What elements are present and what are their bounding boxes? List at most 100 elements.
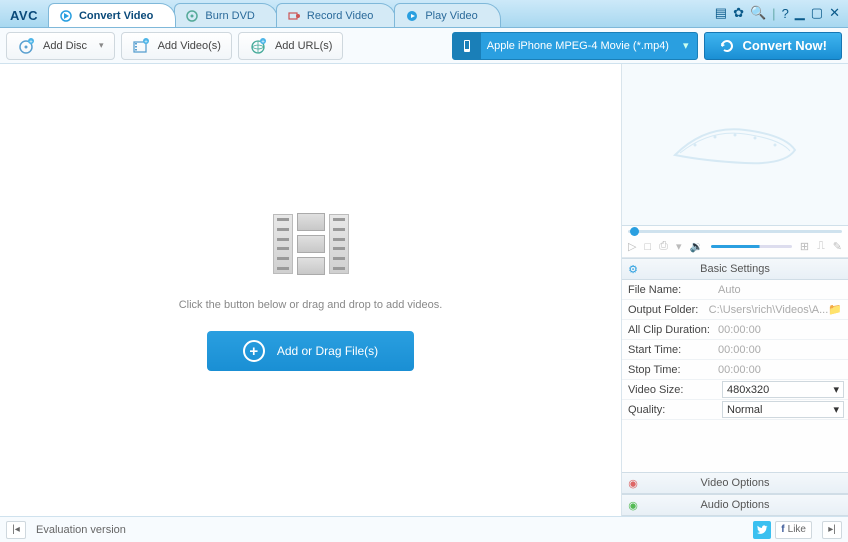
refresh-icon	[719, 38, 735, 54]
quality-dropdown[interactable]: Normal▾	[722, 401, 844, 418]
setting-key: Quality:	[622, 404, 718, 416]
setting-row-start-time: Start Time: 00:00:00	[622, 340, 848, 360]
gear-icon[interactable]: ✿	[733, 5, 744, 21]
phone-icon	[453, 32, 481, 60]
chevron-down-icon: ▾	[675, 39, 697, 52]
preview-controls: ▷ □ ⎙ ▾ 🔉 ⊞ ⎍ ✎	[622, 236, 848, 258]
help-icon[interactable]: ?	[782, 6, 789, 21]
tab-burn-dvd[interactable]: Burn DVD	[174, 3, 278, 27]
section-label: Basic Settings	[644, 263, 848, 275]
disc-icon	[185, 9, 199, 23]
button-label: Add Video(s)	[158, 40, 221, 52]
setting-key: File Name:	[622, 284, 718, 296]
facebook-like-button[interactable]: fLike	[775, 521, 812, 539]
profile-label: Apple iPhone MPEG-4 Movie (*.mp4)	[481, 40, 675, 52]
add-urls-button[interactable]: + Add URL(s)	[238, 32, 343, 60]
close-icon[interactable]: ✕	[829, 5, 840, 21]
chevron-down-icon[interactable]: ▾	[676, 240, 682, 253]
preview-pane	[622, 64, 848, 226]
section-label: Video Options	[644, 477, 848, 489]
prev-page-button[interactable]: |◂	[6, 521, 26, 539]
button-label: Add Disc	[43, 40, 87, 52]
right-panel: ▷ □ ⎙ ▾ 🔉 ⊞ ⎍ ✎ ⚙ Basic Settings File Na…	[622, 64, 848, 516]
separator: |	[772, 6, 775, 21]
video-plus-icon: +	[132, 37, 150, 55]
setting-row-file-name: File Name: Auto	[622, 280, 848, 300]
tab-label: Play Video	[425, 10, 477, 22]
convert-now-button[interactable]: Convert Now!	[704, 32, 843, 60]
setting-value[interactable]: 00:00:00	[718, 364, 848, 376]
drop-hint-text: Click the button below or drag and drop …	[179, 299, 443, 311]
globe-plus-icon: +	[249, 37, 267, 55]
status-text: Evaluation version	[36, 524, 126, 536]
gear-icon: ⚙	[622, 263, 644, 276]
next-page-button[interactable]: ▸|	[822, 521, 842, 539]
setting-value[interactable]: C:\Users\rich\Videos\A...📁	[709, 303, 848, 316]
section-label: Audio Options	[644, 499, 848, 511]
add-videos-button[interactable]: + Add Video(s)	[121, 32, 232, 60]
app-logo: AVC	[0, 8, 48, 27]
play-icon	[405, 9, 419, 23]
twitter-button[interactable]	[753, 521, 771, 539]
tab-label: Burn DVD	[205, 10, 255, 22]
add-or-drag-files-button[interactable]: + Add or Drag File(s)	[207, 331, 414, 371]
settings-icon[interactable]: ⊞	[800, 240, 809, 253]
snapshot-icon[interactable]: ⎙	[659, 240, 668, 253]
video-icon: ◉	[622, 477, 644, 490]
video-size-dropdown[interactable]: 480x320▾	[722, 381, 844, 398]
setting-key: Output Folder:	[622, 304, 709, 316]
button-label: Add or Drag File(s)	[277, 344, 378, 358]
basic-settings: File Name: Auto Output Folder: C:\Users\…	[622, 280, 848, 420]
setting-value[interactable]: Auto	[718, 284, 848, 296]
edit-icon[interactable]: ✎	[833, 240, 842, 253]
disc-plus-icon: +	[17, 37, 35, 55]
main-area: Click the button below or drag and drop …	[0, 64, 848, 516]
drop-zone[interactable]: Click the button below or drag and drop …	[0, 64, 622, 516]
tab-label: Record Video	[307, 10, 373, 22]
video-placeholder-icon	[271, 209, 351, 279]
audio-options-header[interactable]: ◉ Audio Options	[622, 494, 848, 516]
search-icon[interactable]: 🔍	[750, 5, 766, 21]
basic-settings-header[interactable]: ⚙ Basic Settings	[622, 258, 848, 280]
preview-seek-slider[interactable]	[622, 226, 848, 236]
titlebar: AVC Convert Video Burn DVD Record Video …	[0, 0, 848, 28]
setting-row-stop-time: Stop Time: 00:00:00	[622, 360, 848, 380]
volume-slider[interactable]	[711, 245, 792, 248]
setting-row-video-size: Video Size: 480x320▾	[622, 380, 848, 400]
setting-key: Start Time:	[622, 344, 718, 356]
equalizer-icon[interactable]: ⎍	[817, 240, 825, 253]
tabs: Convert Video Burn DVD Record Video Play…	[48, 3, 715, 27]
play-icon[interactable]: ▷	[628, 240, 636, 253]
setting-key: All Clip Duration:	[622, 324, 718, 336]
button-label: Convert Now!	[743, 38, 828, 53]
add-disc-button[interactable]: + Add Disc ▾	[6, 32, 115, 60]
folder-icon[interactable]: 📁	[828, 303, 842, 316]
stop-icon[interactable]: □	[644, 241, 651, 253]
setting-row-quality: Quality: Normal▾	[622, 400, 848, 420]
setting-key: Video Size:	[622, 384, 718, 396]
maximize-icon[interactable]: ▢	[811, 5, 823, 21]
output-profile-dropdown[interactable]: Apple iPhone MPEG-4 Movie (*.mp4) ▾	[452, 32, 698, 60]
svg-text:+: +	[144, 39, 148, 45]
chevron-down-icon: ▾	[99, 40, 104, 51]
setting-row-output-folder: Output Folder: C:\Users\rich\Videos\A...…	[622, 300, 848, 320]
setting-value[interactable]: 00:00:00	[718, 344, 848, 356]
volume-icon[interactable]: 🔉	[689, 240, 703, 253]
minimize-icon[interactable]: ▁	[795, 5, 805, 21]
tab-record-video[interactable]: Record Video	[276, 3, 396, 27]
video-options-header[interactable]: ◉ Video Options	[622, 472, 848, 494]
setting-row-clip-duration: All Clip Duration: 00:00:00	[622, 320, 848, 340]
svg-text:+: +	[29, 39, 33, 45]
audio-icon: ◉	[622, 499, 644, 512]
window-controls: ▤ ✿ 🔍 | ? ▁ ▢ ✕	[715, 5, 848, 27]
tab-convert-video[interactable]: Convert Video	[48, 3, 176, 27]
chevron-down-icon: ▾	[833, 383, 839, 396]
chevron-down-icon: ▾	[833, 403, 839, 416]
menu-icon[interactable]: ▤	[715, 5, 727, 21]
record-icon	[287, 9, 301, 23]
tab-play-video[interactable]: Play Video	[394, 3, 500, 27]
tab-label: Convert Video	[79, 10, 153, 22]
plus-circle-icon: +	[243, 340, 265, 362]
button-label: Add URL(s)	[275, 40, 332, 52]
setting-value: 00:00:00	[718, 324, 848, 336]
